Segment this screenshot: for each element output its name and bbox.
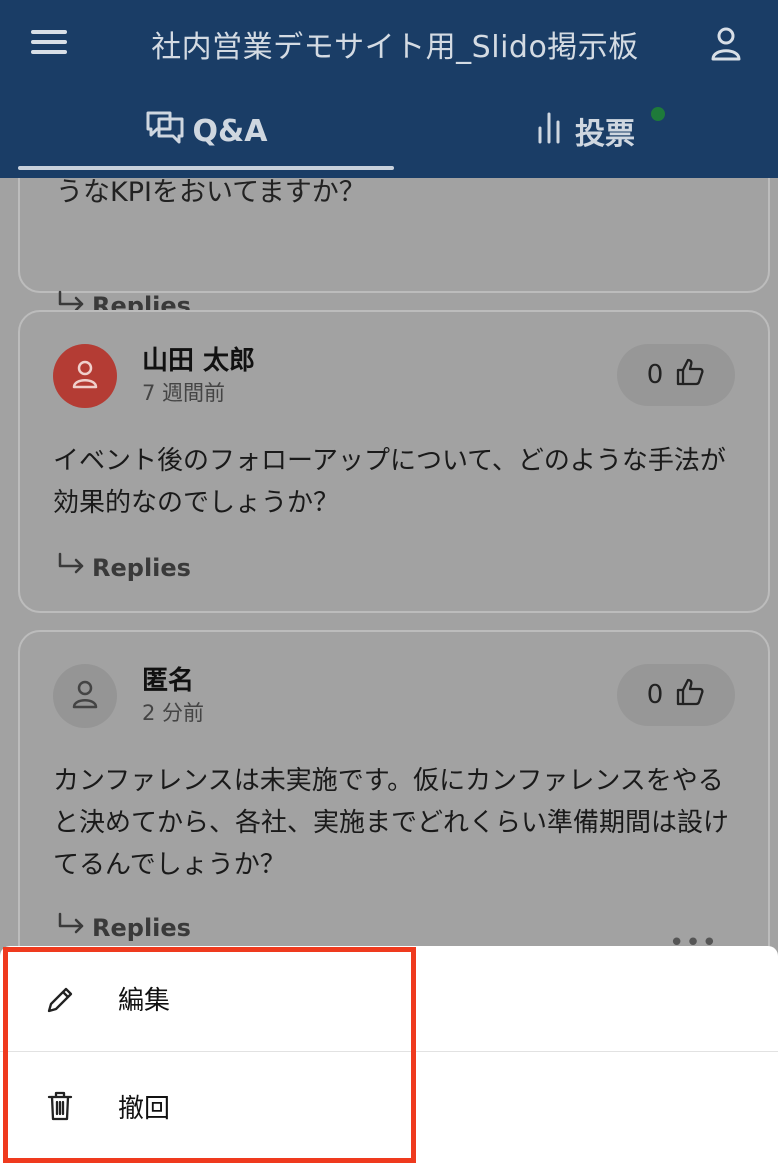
active-tab-indicator: [18, 166, 394, 170]
more-options-button[interactable]: •••: [669, 928, 718, 948]
question-card: うなKPIをおいてますか？ Replies: [18, 178, 770, 320]
question-feed[interactable]: うなKPIをおいてますか？ Replies 山田 太郎 7 週間前 0 イベント…: [0, 178, 778, 948]
replies-button[interactable]: Replies: [56, 552, 191, 584]
question-text: カンファレンスは未実施です。仮にカンファレンスをやると決めてから、各社、実施まで…: [53, 766, 730, 880]
thumbs-up-icon: [675, 357, 705, 394]
post-time: 2 分前: [142, 701, 205, 725]
question-text: うなKPIをおいてますか？: [56, 178, 366, 208]
avatar: [53, 664, 117, 728]
user-profile-icon[interactable]: [707, 24, 745, 64]
replies-button[interactable]: Replies: [56, 912, 191, 944]
bar-chart-icon: [535, 110, 567, 152]
replies-label: Replies: [92, 554, 191, 582]
reply-arrow-icon: [56, 552, 86, 584]
like-button[interactable]: 0: [617, 344, 735, 406]
action-sheet: 編集 撤回: [0, 946, 778, 1166]
retract-label: 撤回: [118, 1093, 171, 1124]
tab-qa[interactable]: Q&A: [18, 106, 394, 156]
question-card: 匿名 2 分前 0 カンファレンスは未実施です。仮にカンファレンスをやると決めて…: [18, 630, 770, 948]
edit-menu-item[interactable]: 編集: [0, 946, 778, 1052]
notification-dot: [651, 107, 665, 121]
app-header: 社内営業デモサイト用_Slido掲示板 Q&A 投票: [0, 0, 778, 178]
like-count: 0: [646, 680, 664, 710]
question-text: イベント後のフォローアップについて、どのような手法が効果的なのでしょうか？: [53, 446, 726, 518]
like-button[interactable]: 0: [617, 664, 735, 726]
page-title: 社内営業デモサイト用_Slido掲示板: [151, 30, 639, 65]
trash-icon: [44, 1090, 76, 1122]
person-icon: [70, 678, 100, 714]
post-time: 7 週間前: [142, 381, 226, 405]
pencil-icon: [44, 984, 76, 1016]
thumbs-up-icon: [675, 677, 705, 714]
author-name: 山田 太郎: [142, 346, 256, 376]
retract-menu-item[interactable]: 撤回: [0, 1053, 778, 1159]
chat-bubbles-icon: [145, 109, 185, 153]
hamburger-menu-icon[interactable]: [31, 30, 69, 56]
author-name: 匿名: [142, 666, 195, 696]
question-card: 山田 太郎 7 週間前 0 イベント後のフォローアップについて、どのような手法が…: [18, 310, 770, 613]
replies-label: Replies: [92, 914, 191, 942]
tab-poll-label: 投票: [575, 117, 635, 152]
like-count: 0: [646, 360, 664, 390]
edit-label: 編集: [118, 986, 171, 1016]
person-icon: [70, 358, 100, 394]
tab-poll[interactable]: 投票: [390, 106, 778, 156]
avatar: [53, 344, 117, 408]
reply-arrow-icon: [56, 912, 86, 944]
tab-qa-label: Q&A: [192, 113, 268, 149]
